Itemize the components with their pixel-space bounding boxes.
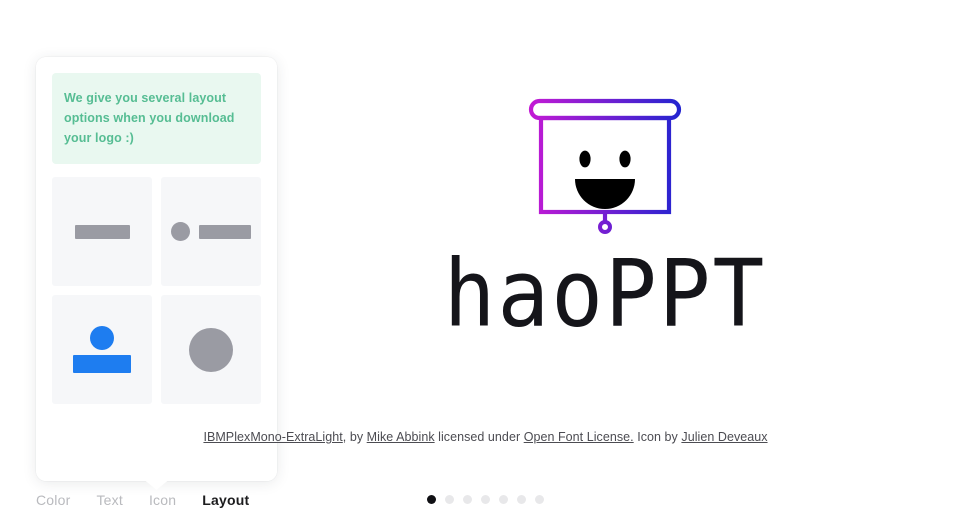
- tip-banner: We give you several layout options when …: [52, 73, 261, 164]
- tip-banner-text: We give you several layout options when …: [64, 91, 235, 145]
- icon-author-link[interactable]: Julien Deveaux: [681, 430, 767, 444]
- icon-above-text-preview: [73, 326, 131, 373]
- pager-dot-4[interactable]: [481, 495, 490, 504]
- layout-option-icon-only[interactable]: [161, 295, 261, 404]
- attribution-separator-3: Icon by: [633, 430, 682, 444]
- layout-option-icon-left-text[interactable]: [161, 177, 261, 286]
- icon-only-preview: [189, 327, 233, 372]
- bar-shape-icon: [199, 224, 251, 239]
- layout-editor-panel: We give you several layout options when …: [36, 57, 277, 490]
- logo-pager: [0, 495, 971, 504]
- layout-option-icon-above-text[interactable]: [52, 295, 152, 404]
- pager-dot-2[interactable]: [445, 495, 454, 504]
- layout-option-text-only[interactable]: [52, 177, 152, 286]
- bar-shape-selected-icon: [73, 355, 131, 373]
- layout-editor-panel-body: We give you several layout options when …: [36, 57, 277, 481]
- text-only-preview: [74, 224, 130, 239]
- attribution-separator-2: licensed under: [434, 430, 524, 444]
- pager-dot-5[interactable]: [499, 495, 508, 504]
- dot-shape-icon: [171, 222, 190, 241]
- dot-shape-selected-icon: [90, 326, 114, 350]
- logo-preview-stage: haoPPT: [300, 95, 910, 365]
- attribution-separator-1: , by: [342, 430, 367, 444]
- pager-dot-1[interactable]: [427, 495, 436, 504]
- bar-shape-icon: [74, 224, 130, 239]
- license-link[interactable]: Open Font License.: [524, 430, 634, 444]
- logo-wordmark: haoPPT: [443, 240, 767, 348]
- pager-dot-7[interactable]: [535, 495, 544, 504]
- layout-options-grid: [52, 177, 261, 404]
- attribution-footer: IBMPlexMono-ExtraLight, by Mike Abbink l…: [0, 430, 971, 444]
- pager-dot-3[interactable]: [463, 495, 472, 504]
- pager-dot-6[interactable]: [517, 495, 526, 504]
- icon-left-text-preview: [171, 222, 251, 241]
- logo-maker-screen: We give you several layout options when …: [0, 0, 971, 522]
- font-author-link[interactable]: Mike Abbink: [367, 430, 435, 444]
- font-name-link[interactable]: IBMPlexMono-ExtraLight: [203, 430, 342, 444]
- projector-screen-smiling-face-icon: [528, 98, 682, 234]
- panel-pointer-tail: [144, 480, 169, 490]
- large-circle-shape-icon: [189, 327, 233, 372]
